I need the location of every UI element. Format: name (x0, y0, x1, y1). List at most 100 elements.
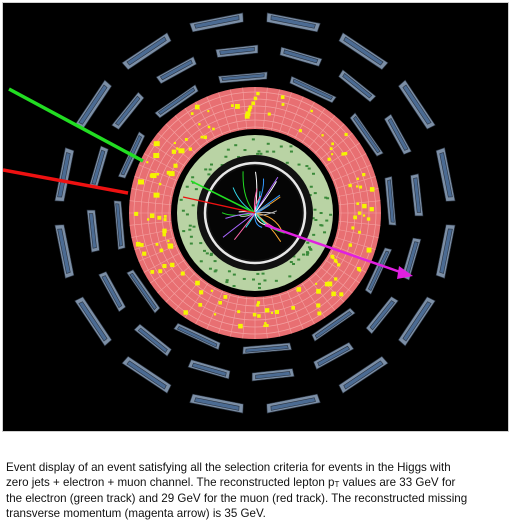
tracker-hit (213, 270, 217, 273)
tracker-hit (192, 225, 196, 228)
tracker-hit (204, 168, 208, 171)
tracker-hit (313, 208, 317, 211)
energy-deposit (298, 129, 302, 133)
energy-deposit-cluster (150, 173, 157, 179)
tracker-hit (194, 188, 198, 191)
muon-chamber-inner-strip (402, 301, 432, 342)
energy-deposit (296, 287, 302, 292)
energy-deposit (198, 302, 203, 307)
energy-deposit (163, 214, 167, 218)
tracker-hit (232, 285, 236, 288)
energy-deposit (237, 310, 241, 314)
energy-deposit (162, 232, 166, 237)
caption-line-3: the electron (green track) and 29 GeV fo… (6, 492, 468, 505)
tracker-hit (323, 231, 327, 234)
tracker-hit (309, 248, 313, 251)
tracker-hit (272, 150, 276, 153)
tracker-hit (306, 241, 310, 244)
tracker-hit (311, 172, 315, 175)
tracker-hit (305, 165, 309, 168)
energy-deposit (234, 103, 240, 109)
energy-deposit (180, 271, 185, 276)
energy-deposit (335, 260, 338, 264)
tracker-hit (232, 273, 236, 276)
caption-line-2-end: values are 33 GeV for (339, 475, 456, 489)
muon-chamber-inner-strip (126, 36, 167, 66)
energy-deposit (327, 157, 331, 161)
tracker-hit (319, 212, 323, 215)
tracker-hit (189, 235, 193, 238)
energy-deposit (158, 269, 163, 274)
muon-chamber-inner-strip (115, 95, 141, 126)
energy-deposit (146, 161, 149, 164)
energy-deposit (363, 205, 367, 208)
tracker-hit (185, 185, 189, 188)
tracker-hit (209, 254, 213, 257)
tracker-hit (213, 260, 217, 263)
energy-deposit-cluster (178, 148, 185, 154)
energy-deposit (358, 268, 362, 272)
energy-deposit (200, 135, 204, 139)
tracker-hit (257, 150, 261, 153)
energy-deposit (344, 132, 348, 137)
tracker-hit (189, 242, 193, 245)
energy-deposit (315, 282, 318, 285)
energy-deposit (256, 91, 260, 96)
caption-line-2-start: zero jets + electron + muon channel. The… (6, 475, 335, 489)
tracker-hit (242, 277, 246, 280)
muon-chamber-inner-strip (343, 36, 384, 66)
tracker-hit (289, 150, 293, 153)
tracker-hit (185, 213, 189, 216)
energy-deposit (212, 127, 215, 131)
energy-deposit-cluster (153, 192, 160, 198)
energy-deposit (366, 217, 371, 221)
tracker-hit (227, 270, 231, 273)
energy-deposit (207, 110, 210, 113)
caption-line-1: Event display of an event satisfying all… (6, 461, 451, 474)
energy-deposit (369, 207, 374, 212)
energy-deposit (324, 281, 330, 287)
tracker-hit (329, 213, 333, 216)
tracker-hit (243, 149, 247, 152)
muon-chamber-inner-strip (387, 117, 409, 151)
tracker-hit (289, 145, 293, 148)
energy-deposit (168, 243, 174, 249)
tracker-hit (305, 253, 309, 256)
muon-chamber-inner-strip (317, 345, 351, 367)
tracker-hit (263, 279, 267, 282)
figure-caption: Event display of an event satisfying all… (6, 461, 506, 521)
tracker-hit (297, 163, 301, 166)
event-display-figure (2, 2, 509, 432)
energy-deposit (155, 242, 159, 246)
energy-deposit (281, 103, 285, 106)
tracker-hit (265, 150, 269, 153)
energy-deposit (256, 303, 260, 307)
energy-deposit (274, 309, 280, 314)
energy-deposit (263, 324, 266, 328)
energy-deposit (198, 290, 204, 295)
energy-deposit (356, 185, 359, 188)
energy-deposit (310, 109, 313, 113)
muon-chamber-inner-strip (101, 275, 123, 309)
energy-deposit (198, 123, 201, 126)
energy-deposit (176, 147, 179, 150)
energy-deposit (291, 306, 295, 310)
energy-deposit (194, 104, 200, 110)
energy-deposit (362, 173, 366, 177)
tracker-hit (251, 138, 255, 141)
tracker-hit (225, 279, 229, 282)
tracker-hit (208, 168, 212, 171)
tracker-hit (320, 224, 324, 227)
muon-chamber-inner-strip (78, 301, 108, 342)
tracker-hit (224, 155, 228, 158)
tracker-hit (191, 204, 195, 207)
energy-deposit (329, 147, 333, 150)
energy-deposit (245, 111, 251, 117)
energy-deposit (230, 104, 234, 108)
tracker-hit (314, 218, 318, 221)
energy-deposit (146, 218, 150, 221)
tracker-hit (257, 286, 261, 289)
energy-deposit (173, 163, 178, 168)
energy-deposit (356, 202, 360, 206)
energy-deposit (173, 141, 176, 145)
